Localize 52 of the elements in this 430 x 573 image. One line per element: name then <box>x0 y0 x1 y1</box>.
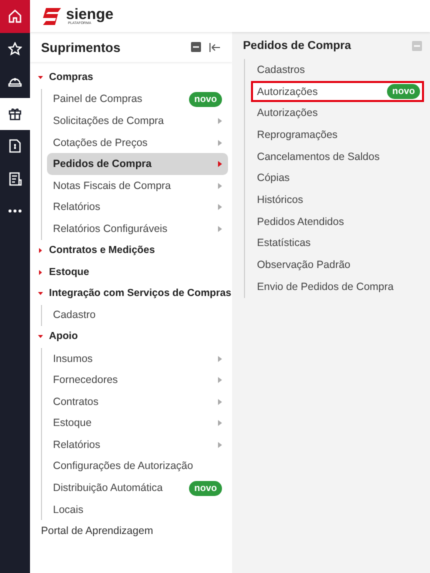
menu-group[interactable]: Integração com Serviços de Compras <box>30 282 232 305</box>
menu-item[interactable]: Painel de Compras novo <box>47 88 228 110</box>
document-icon <box>9 139 21 154</box>
submenu-item[interactable]: Envio de Pedidos de Compra <box>251 276 424 298</box>
panel-title: Suprimentos <box>41 40 122 54</box>
submenu-item[interactable]: Estatísticas <box>251 232 424 254</box>
submenu-item[interactable]: Históricos <box>251 189 424 211</box>
submenu-item[interactable]: Cadastros <box>251 59 424 81</box>
menu-group[interactable]: Apoio <box>30 326 232 348</box>
submenu-item[interactable]: Cópias <box>251 167 424 190</box>
submenu-item[interactable]: Observação Padrão <box>251 254 424 276</box>
submenu-item[interactable]: Autorizações <box>251 102 424 124</box>
menu-item[interactable]: Contratos <box>47 390 228 412</box>
menu-item[interactable]: Cadastro <box>47 304 228 326</box>
logo-wordmark: sienge <box>66 6 114 22</box>
menu-item[interactable]: Pedidos de Compra <box>47 153 228 175</box>
menu-item[interactable]: Relatórios Configuráveis <box>47 218 228 240</box>
menu-link[interactable]: Portal de Aprendizagem <box>30 520 232 542</box>
new-badge: novo <box>387 84 420 100</box>
submenu-item[interactable]: Pedidos Atendidos <box>251 210 424 232</box>
menu-item[interactable]: Notas Fiscais de Compra <box>47 174 228 197</box>
caret-right-icon <box>38 270 43 275</box>
collapse-panel-icon[interactable] <box>209 42 220 52</box>
menu-item[interactable]: Estoque <box>47 412 228 434</box>
menu-item[interactable]: Distribuição Automática novo <box>47 477 228 499</box>
menu-group[interactable]: Compras <box>30 67 232 89</box>
menu-item[interactable]: Fornecedores <box>47 369 228 391</box>
new-badge: novo <box>189 92 222 107</box>
menu-item[interactable]: Insumos <box>47 348 228 370</box>
menu-item[interactable]: Solicitações de Compra <box>47 110 228 132</box>
report-icon <box>8 172 22 186</box>
submenu-item[interactable]: Cancelamentos de Saldos <box>251 146 424 168</box>
submenu-item[interactable]: Autorizações novo <box>251 80 424 102</box>
caret-down-icon <box>38 291 43 296</box>
menu-item[interactable]: Cotações de Preços <box>47 132 228 154</box>
menu-group[interactable]: Estoque <box>30 261 232 283</box>
caret-down-icon <box>38 334 43 340</box>
caret-down-icon <box>38 75 43 80</box>
collapse-all-icon[interactable] <box>191 42 201 52</box>
home-icon <box>8 9 22 24</box>
caret-right-icon <box>38 248 43 254</box>
menu-item[interactable]: Configurações de Autorização <box>47 456 228 478</box>
menu-item[interactable]: Relatórios <box>47 434 228 456</box>
menu-group[interactable]: Contratos e Medições <box>30 240 232 262</box>
star-icon <box>8 42 22 56</box>
more-icon <box>8 209 22 214</box>
panel-title: Pedidos de Compra <box>243 40 352 52</box>
menu-item[interactable]: Relatórios <box>47 196 228 218</box>
submenu-item[interactable]: Reprogramações <box>251 124 424 146</box>
menu-item[interactable]: Locais <box>47 498 228 520</box>
new-badge: novo <box>189 480 222 496</box>
logo-icon <box>42 8 62 24</box>
